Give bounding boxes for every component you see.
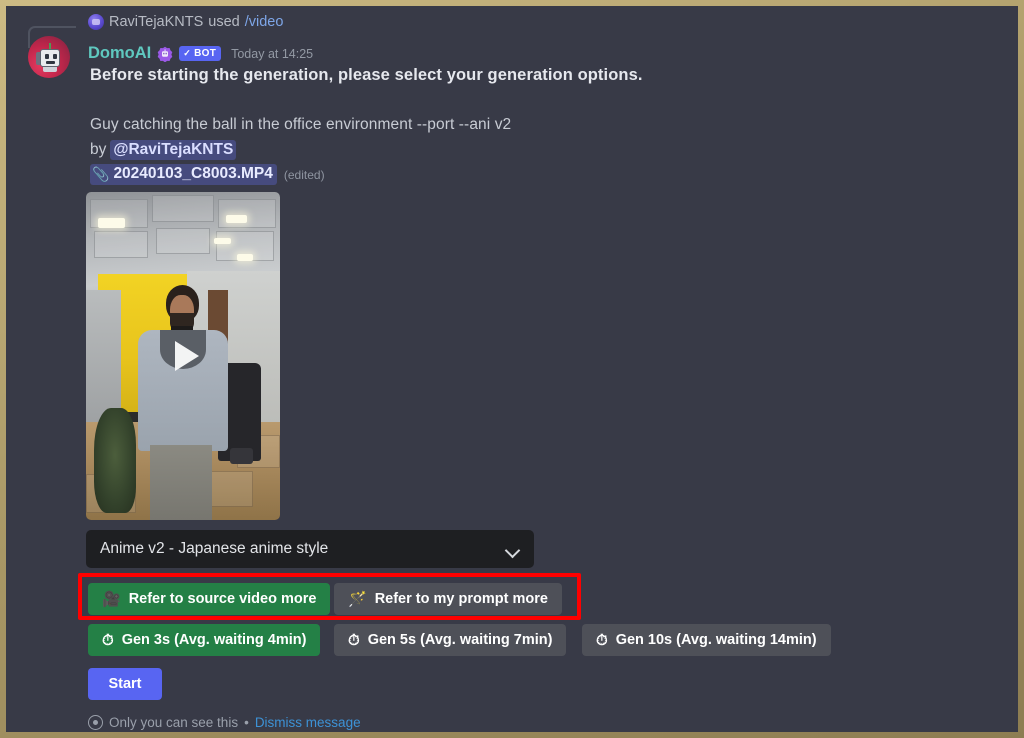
- stopwatch-icon: ⏱: [348, 631, 360, 649]
- refer-to-source-video-label: Refer to source video more: [128, 591, 317, 607]
- robot-glyph: [36, 43, 63, 72]
- gen-5s-label: Gen 5s (Avg. waiting 7min): [367, 632, 553, 648]
- command-used-label: used: [208, 14, 240, 30]
- by-label: by: [90, 141, 107, 158]
- attachment-filename: 20240103_C8003.MP4: [113, 165, 273, 182]
- magic-wand-icon: 🪄: [348, 590, 367, 608]
- dismiss-message-link[interactable]: Dismiss message: [255, 715, 361, 730]
- gen-10s-label: Gen 10s (Avg. waiting 14min): [615, 632, 817, 648]
- slash-command-link[interactable]: /video: [245, 14, 284, 30]
- message-header: DomoAI ✓ BOT Today at 14:25: [88, 44, 313, 63]
- prompt-text: Guy catching the ball in the office envi…: [90, 116, 512, 133]
- paperclip-icon: 📎: [92, 165, 110, 182]
- footer-separator: •: [244, 715, 249, 730]
- user-avatar-icon: [88, 14, 104, 30]
- refer-to-my-prompt-button[interactable]: 🪄 Refer to my prompt more: [334, 583, 562, 615]
- command-row: RaviTejaKNTS used /video: [88, 14, 283, 30]
- bot-badge-label: BOT: [194, 48, 217, 59]
- start-button[interactable]: Start: [88, 668, 162, 700]
- thumb-chair-base: [229, 447, 253, 465]
- play-button-icon[interactable]: [175, 341, 199, 371]
- style-select-value: Anime v2 - Japanese anime style: [100, 540, 329, 557]
- thumb-ceiling-light: [97, 218, 125, 229]
- movie-camera-icon: 🎥: [102, 590, 121, 608]
- domoai-robot-avatar-icon[interactable]: [28, 36, 70, 78]
- thumb-person-trousers: [150, 444, 213, 520]
- refer-to-my-prompt-label: Refer to my prompt more: [374, 591, 548, 607]
- robot-eye-left: [45, 54, 49, 59]
- stopwatch-icon: ⏱: [102, 631, 114, 649]
- gen-5s-button[interactable]: ⏱ Gen 5s (Avg. waiting 7min): [334, 624, 567, 656]
- message-headline: Before starting the generation, please s…: [90, 66, 643, 84]
- command-username[interactable]: RaviTejaKNTS: [109, 14, 203, 30]
- attribution-line: by @RaviTejaKNTS: [90, 140, 237, 160]
- command-context-line: RaviTejaKNTS used /video: [6, 6, 1018, 48]
- thumb-ceiling-light: [237, 254, 253, 261]
- thumb-floor-tile: [206, 470, 253, 507]
- thumb-ceiling-tile: [155, 228, 211, 255]
- thumb-ceiling-light: [214, 237, 232, 245]
- robot-mouth: [46, 61, 55, 64]
- visibility-text: Only you can see this: [109, 715, 239, 730]
- gen-3s-label: Gen 3s (Avg. waiting 4min): [121, 632, 307, 648]
- thumb-ceiling-tile: [217, 198, 277, 229]
- chevron-down-icon: [506, 545, 520, 554]
- robot-body: [40, 49, 60, 67]
- stopwatch-icon: ⏱: [596, 631, 608, 649]
- video-thumbnail[interactable]: [86, 192, 280, 520]
- discord-message-view: RaviTejaKNTS used /video DomoAI ✓ BOT To…: [6, 6, 1018, 732]
- ephemeral-footer: Only you can see this • Dismiss message: [88, 715, 361, 730]
- user-mention[interactable]: @RaviTejaKNTS: [110, 140, 237, 160]
- edited-label: (edited): [283, 167, 325, 182]
- gen-3s-button[interactable]: ⏱ Gen 3s (Avg. waiting 4min): [88, 624, 321, 656]
- style-select[interactable]: Anime v2 - Japanese anime style: [86, 530, 534, 568]
- robot-eye-right: [53, 54, 57, 59]
- bot-badge: ✓ BOT: [179, 46, 222, 61]
- robot-legs: [43, 67, 57, 72]
- thumb-plant: [93, 408, 137, 514]
- gen-10s-button[interactable]: ⏱ Gen 10s (Avg. waiting 14min): [582, 624, 831, 656]
- screenshot-frame: RaviTejaKNTS used /video DomoAI ✓ BOT To…: [0, 0, 1024, 738]
- bot-username[interactable]: DomoAI: [88, 44, 151, 63]
- eye-icon: [88, 715, 103, 730]
- verified-bot-icon: [157, 46, 173, 62]
- attachment-line: 📎 20240103_C8003.MP4 (edited): [90, 164, 325, 185]
- thumb-ceiling-tile: [151, 195, 215, 222]
- thumb-ceiling-light: [225, 214, 247, 224]
- bot-badge-check-icon: ✓: [183, 48, 192, 58]
- attachment-chip[interactable]: 📎 20240103_C8003.MP4: [90, 164, 277, 185]
- thumb-ceiling-tile: [93, 231, 149, 258]
- message-timestamp: Today at 14:25: [231, 46, 314, 61]
- refer-to-source-video-button[interactable]: 🎥 Refer to source video more: [88, 583, 331, 615]
